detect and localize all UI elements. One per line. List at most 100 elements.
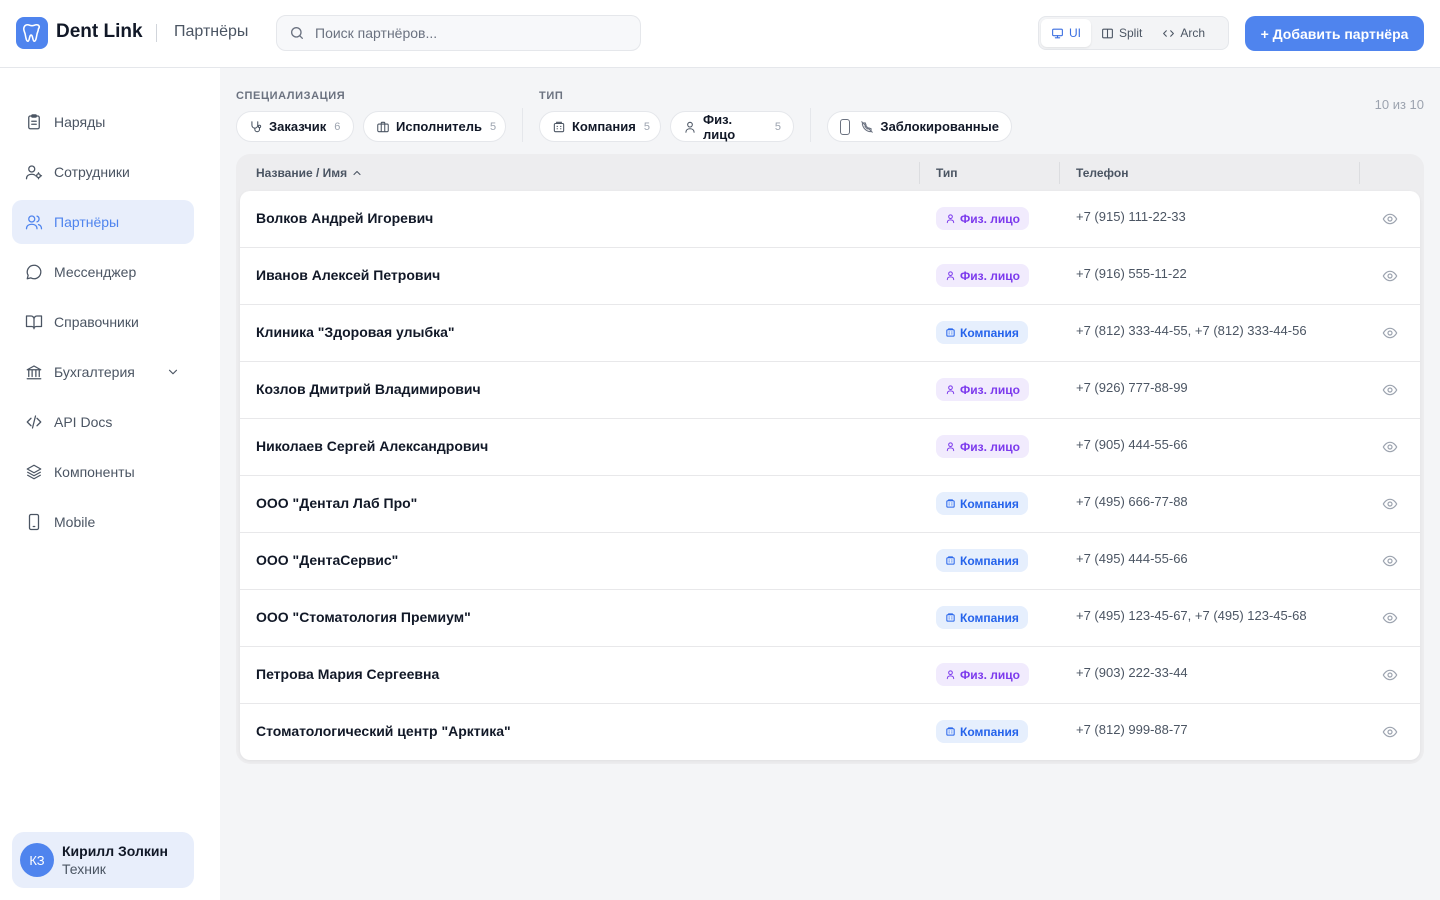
type-badge-label: Физ. лицо (960, 439, 1020, 454)
eye-icon[interactable] (1382, 724, 1398, 740)
sidebar-item-messenger[interactable]: Мессенджер (12, 250, 194, 294)
eye-icon[interactable] (1382, 553, 1398, 569)
filter-chip-individual[interactable]: Физ. лицо 5 (670, 111, 794, 142)
sidebar-item-label: Наряды (54, 114, 106, 130)
type-badge: Физ. лицо (936, 264, 1029, 287)
partner-name: Клиника "Здоровая улыбка" (256, 324, 455, 340)
add-partner-button[interactable]: + Добавить партнёра (1245, 16, 1424, 51)
sidebar-item-components[interactable]: Компоненты (12, 450, 194, 494)
type-badge: Физ. лицо (936, 663, 1029, 686)
search-input[interactable] (315, 25, 615, 41)
view-mode-toggle: UI Split Arch (1038, 16, 1229, 50)
view-mode-ui-button[interactable]: UI (1041, 19, 1091, 47)
filter-chip-company[interactable]: Компания 5 (539, 111, 661, 142)
sidebar-item-accounting[interactable]: Бухгалтерия (12, 350, 194, 394)
column-header-type[interactable]: Тип (936, 166, 958, 180)
type-badge: Физ. лицо (936, 435, 1029, 458)
table-row[interactable]: Клиника "Здоровая улыбка" Компания +7 (812… (240, 305, 1420, 362)
chip-count: 5 (643, 120, 650, 133)
table-row[interactable]: ООО "Стоматология Премиум" Компания +7 (49… (240, 590, 1420, 647)
sidebar-item-label: API Docs (54, 414, 113, 430)
chevron-down-icon[interactable] (166, 365, 180, 379)
chip-count: 6 (334, 120, 341, 133)
filter-chip-customer[interactable]: Заказчик 6 (236, 111, 354, 142)
type-badge-label: Физ. лицо (960, 268, 1020, 283)
sidebar-item-mobile[interactable]: Mobile (12, 500, 194, 544)
filter-divider (810, 108, 811, 142)
eye-icon[interactable] (1382, 667, 1398, 683)
partner-phone: +7 (812) 333-44-55, +7 (812) 333-44-56 (1076, 323, 1307, 338)
chip-label: Исполнитель (396, 119, 482, 134)
type-badge: Компания (936, 492, 1028, 515)
sidebar-item-api-docs[interactable]: API Docs (12, 400, 194, 444)
table-row[interactable]: Петрова Мария Сергеевна Физ. лицо +7 (903)… (240, 647, 1420, 704)
table-body: Волков Андрей Игоревич Физ. лицо +7 (915) … (240, 191, 1420, 760)
tooth-logo-icon[interactable] (16, 17, 48, 49)
column-divider (1059, 162, 1060, 184)
sidebar-item-label: Mobile (54, 514, 96, 530)
partner-phone: +7 (916) 555-11-22 (1076, 266, 1187, 281)
table-row[interactable]: Иванов Алексей Петрович Физ. лицо +7 (916)… (240, 248, 1420, 305)
type-badge-label: Физ. лицо (960, 382, 1020, 397)
sidebar-item-employees[interactable]: Сотрудники (12, 150, 194, 194)
table-row[interactable]: Николаев Сергей Александрович Физ. лицо +7… (240, 419, 1420, 476)
user-gear-icon (24, 162, 44, 182)
sidebar-item-references[interactable]: Справочники (12, 300, 194, 344)
table-row[interactable]: Стоматологический центр "Арктика" Компани… (240, 704, 1420, 761)
partner-name: Николаев Сергей Александрович (256, 438, 489, 454)
sidebar: Наряды Сотрудники Партнёры Мессенджер Сп… (0, 68, 220, 900)
partner-name: ООО "Дентал Лаб Про" (256, 495, 418, 511)
chat-bubble-icon (24, 262, 44, 282)
partner-name: ООО "ДентаСервис" (256, 552, 399, 568)
table-row[interactable]: Козлов Дмитрий Владимирович Физ. лицо +7 (… (240, 362, 1420, 419)
partner-phone: +7 (495) 123-45-67, +7 (495) 123-45-68 (1076, 608, 1307, 623)
eye-icon[interactable] (1382, 268, 1398, 284)
eye-icon[interactable] (1382, 439, 1398, 455)
chip-label: Физ. лицо (703, 111, 736, 142)
table-row[interactable]: Волков Андрей Игоревич Физ. лицо +7 (915) … (240, 191, 1420, 248)
partner-name: ООО "Стоматология Премиум" (256, 609, 471, 625)
type-badge-label: Физ. лицо (960, 667, 1020, 682)
briefcase-icon (376, 120, 390, 134)
table-row[interactable]: ООО "Дентал Лаб Про" Компания +7 (495) 666… (240, 476, 1420, 533)
chip-label: Компания (572, 119, 636, 134)
top-header: Dent Link Партнёры UI Split Arch + Добав… (0, 0, 1440, 68)
blocked-checkbox[interactable] (840, 118, 851, 135)
eye-icon[interactable] (1382, 382, 1398, 398)
filter-chip-executor[interactable]: Исполнитель 5 (363, 111, 506, 142)
eye-icon[interactable] (1382, 325, 1398, 341)
partner-phone: +7 (903) 222-33-44 (1076, 665, 1188, 680)
column-header-label: Тип (936, 166, 958, 180)
sidebar-item-orders[interactable]: Наряды (12, 100, 194, 144)
building-icon (945, 327, 956, 338)
partner-name: Стоматологический центр "Арктика" (256, 723, 511, 739)
clipboard-icon (24, 112, 44, 132)
column-header-name[interactable]: Название / Имя (256, 166, 363, 180)
person-icon (945, 384, 956, 395)
code-icon (24, 412, 44, 432)
view-mode-ui-label: UI (1069, 26, 1081, 40)
search-icon (289, 25, 305, 41)
column-header-phone[interactable]: Телефон (1076, 166, 1128, 180)
stethoscope-icon (249, 120, 263, 134)
eye-icon[interactable] (1382, 496, 1398, 512)
partner-phone: +7 (905) 444-55-66 (1076, 437, 1188, 452)
eye-icon[interactable] (1382, 610, 1398, 626)
split-columns-icon (1101, 27, 1114, 40)
column-divider (1359, 162, 1360, 184)
view-mode-split-button[interactable]: Split (1091, 19, 1152, 47)
building-icon (552, 120, 566, 134)
type-badge-label: Компания (960, 325, 1019, 340)
person-icon (683, 120, 697, 134)
sidebar-item-partners[interactable]: Партнёры (12, 200, 194, 244)
sidebar-item-label: Мессенджер (54, 264, 137, 280)
sidebar-item-label: Справочники (54, 314, 139, 330)
table-row[interactable]: ООО "ДентаСервис" Компания +7 (495) 444-55… (240, 533, 1420, 590)
view-mode-arch-button[interactable]: Arch (1152, 19, 1215, 47)
app-name[interactable]: Dent Link (56, 21, 143, 43)
filter-chip-blocked[interactable]: Заблокированные (827, 111, 1012, 142)
user-profile-card[interactable]: КЗ Кирилл Золкин Техник (12, 832, 194, 888)
sidebar-item-label: Бухгалтерия (54, 364, 135, 380)
search-box[interactable] (276, 15, 641, 51)
eye-icon[interactable] (1382, 211, 1398, 227)
